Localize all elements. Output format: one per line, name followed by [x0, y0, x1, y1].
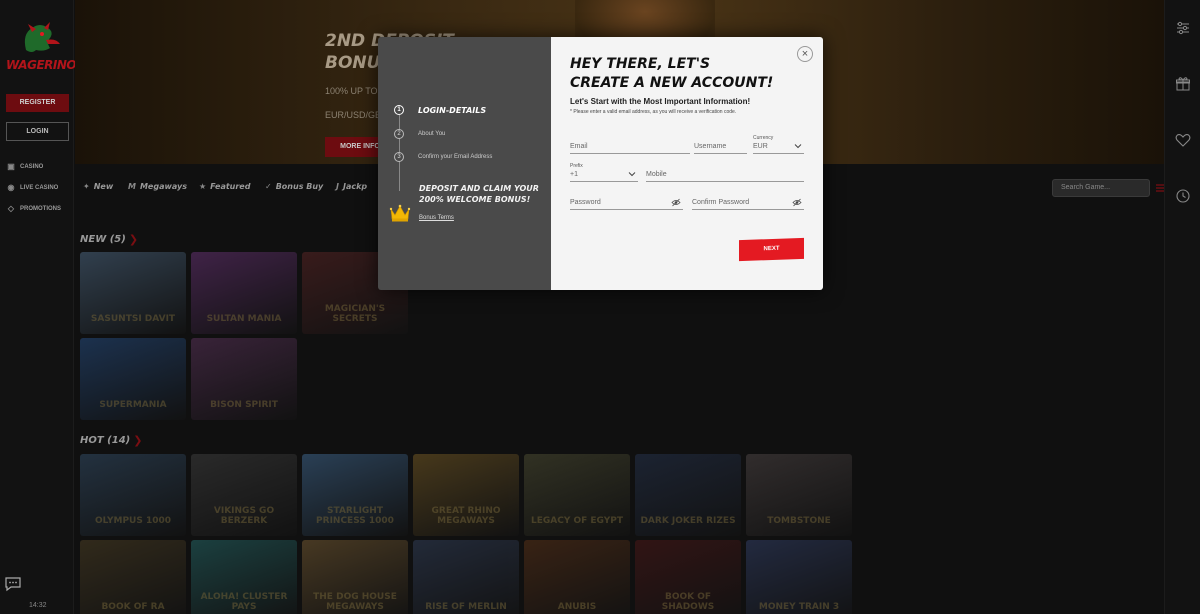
signup-modal: 1 LOGIN-DETAILS 2 About You 3 Confirm yo…: [378, 37, 823, 290]
eye-off-icon[interactable]: [792, 198, 802, 207]
step-login-details: 1 LOGIN-DETAILS: [394, 105, 486, 115]
step-label: About You: [418, 131, 446, 137]
step-number: 2: [394, 129, 404, 139]
confirm-password-placeholder: Confirm Password: [692, 199, 750, 206]
chevron-down-icon: [794, 144, 802, 149]
eye-off-icon[interactable]: [671, 198, 681, 207]
form-subtitle: Let's Start with the Most Important Info…: [570, 97, 751, 106]
step-number: 1: [394, 105, 404, 115]
step-label: Confirm your Email Address: [418, 154, 493, 160]
password-placeholder: Password: [570, 199, 601, 206]
page: WAGERINOX Register Login ▣ Casino ◉ Live…: [0, 0, 1200, 614]
form-title-line1: HEY THERE, LET'S: [570, 56, 711, 72]
step-number: 3: [394, 152, 404, 162]
signup-steps-panel: 1 LOGIN-DETAILS 2 About You 3 Confirm yo…: [378, 37, 551, 290]
close-button[interactable]: ×: [797, 46, 813, 62]
bonus-terms-link[interactable]: Bonus Terms: [419, 215, 454, 221]
deposit-bonus-title: DEPOSIT AND CLAIM YOUR 200% WELCOME BONU…: [419, 184, 539, 204]
close-icon: ×: [801, 48, 809, 60]
step-about-you: 2 About You: [394, 129, 445, 139]
chevron-down-icon: [628, 172, 636, 177]
mobile-field[interactable]: Mobile: [646, 168, 804, 182]
crown-icon: [389, 204, 411, 222]
next-button[interactable]: NEXT: [739, 237, 804, 262]
form-title: HEY THERE, LET'S CREATE A NEW ACCOUNT!: [570, 55, 790, 93]
form-note: * Please enter a valid email address, as…: [570, 109, 737, 115]
currency-value: EUR: [753, 143, 768, 150]
signup-form-panel: × HEY THERE, LET'S CREATE A NEW ACCOUNT!…: [551, 37, 823, 290]
username-field[interactable]: Username: [694, 140, 747, 154]
prefix-select[interactable]: +1: [570, 168, 638, 182]
step-label: LOGIN-DETAILS: [418, 105, 487, 115]
currency-select[interactable]: EUR: [753, 140, 804, 154]
password-field[interactable]: Password: [570, 196, 683, 210]
form-title-line2: CREATE A NEW ACCOUNT!: [570, 75, 774, 91]
prefix-value: +1: [570, 171, 578, 178]
email-field[interactable]: Email: [570, 140, 690, 154]
step-confirm-email: 3 Confirm your Email Address: [394, 152, 492, 162]
confirm-password-field[interactable]: Confirm Password: [692, 196, 804, 210]
